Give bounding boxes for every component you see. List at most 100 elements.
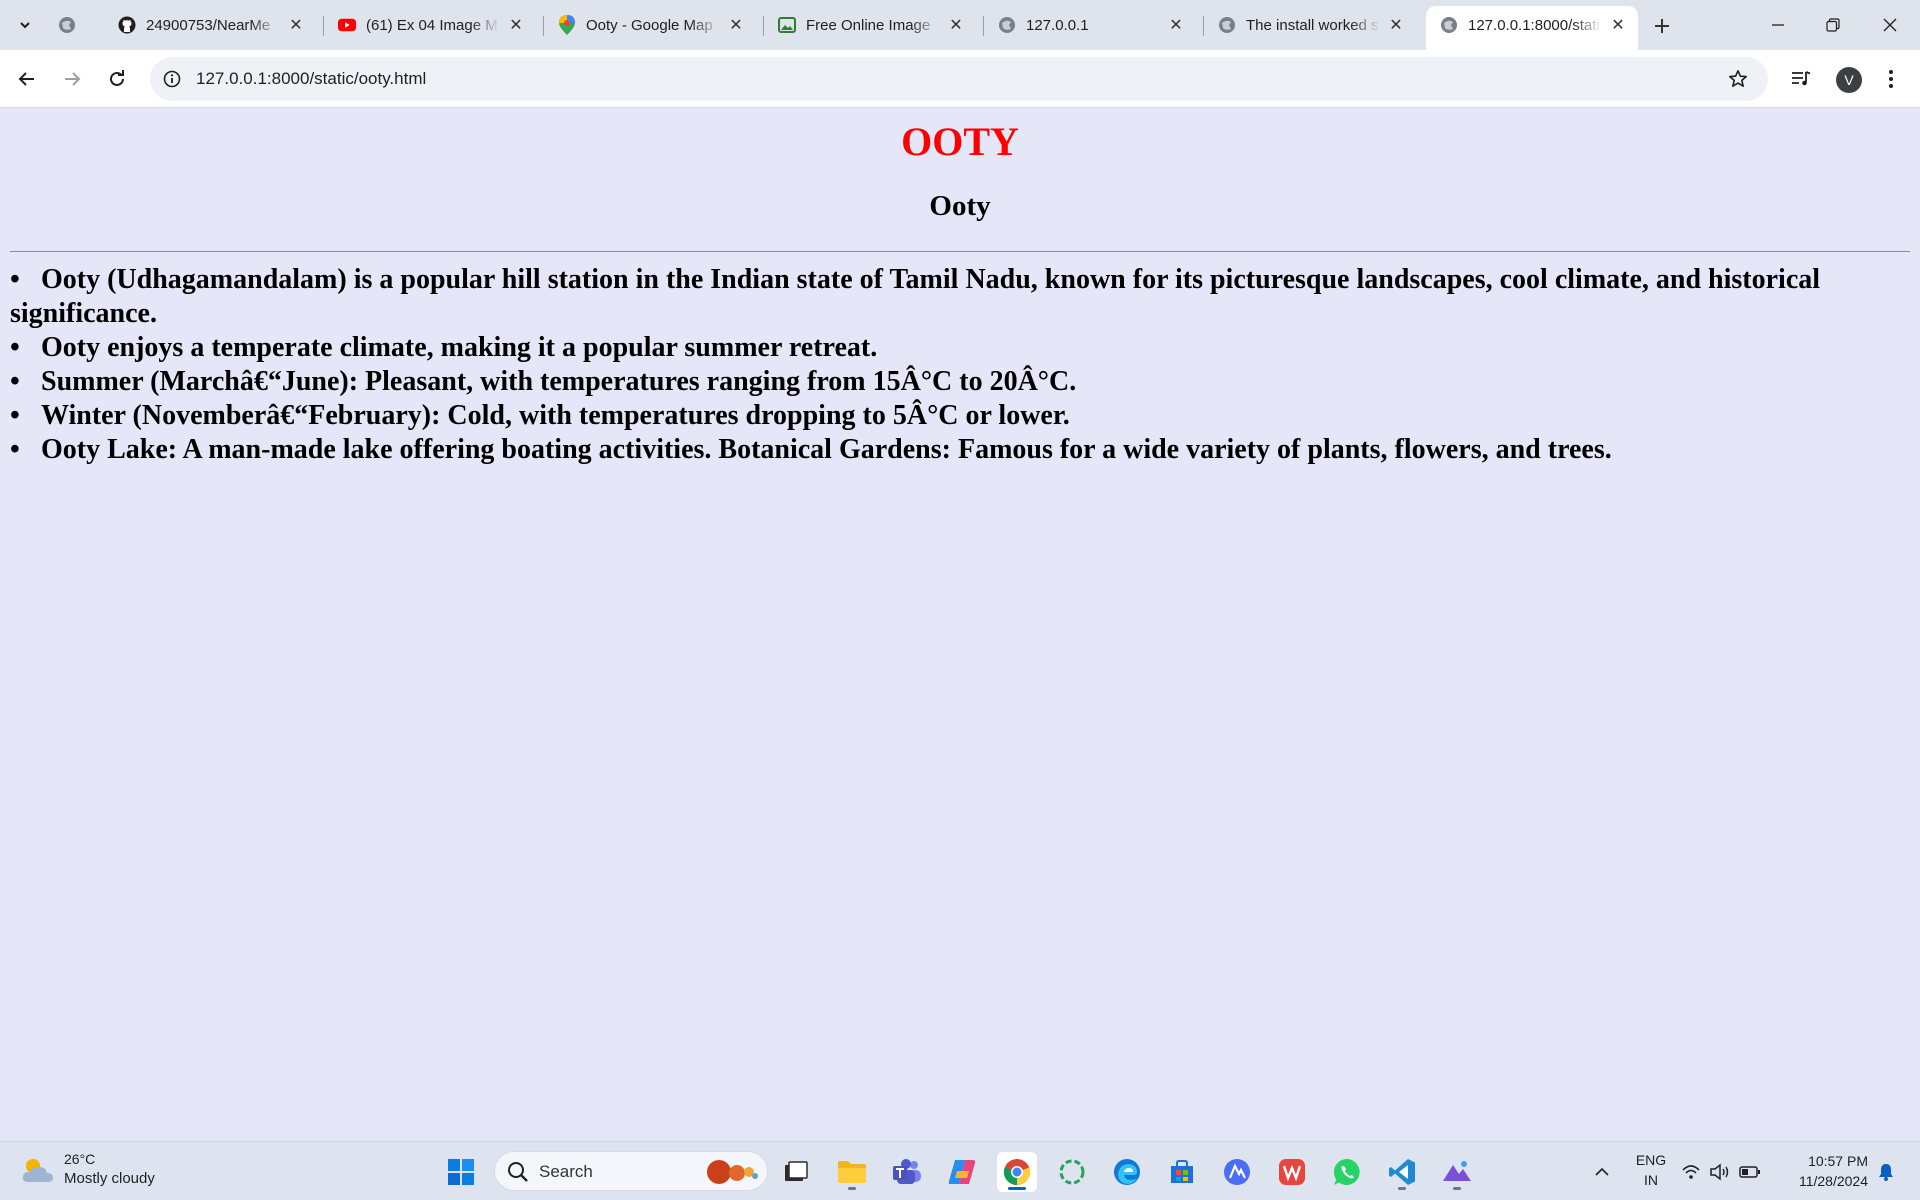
windows-taskbar: 26°C Mostly cloudy Search ENG IN 10:57 P… (0, 1141, 1920, 1200)
site-info-icon[interactable] (160, 67, 184, 91)
folder-icon (838, 1161, 866, 1183)
photos-button[interactable] (1437, 1152, 1477, 1192)
bullet: • (10, 434, 20, 465)
microsoft-store-button[interactable] (1162, 1152, 1202, 1192)
tab-search-button[interactable] (8, 10, 42, 40)
list-item-text: Ooty enjoys a temperate climate, making … (41, 332, 878, 363)
taskbar-search[interactable]: Search (494, 1151, 768, 1191)
language-indicator-top[interactable]: ENG (1628, 1152, 1674, 1168)
reload-button[interactable] (100, 62, 134, 96)
forward-button[interactable] (55, 62, 89, 96)
tab-django-install[interactable]: The install worked s ✕ (1204, 7, 1416, 43)
windows-logo-icon (448, 1159, 474, 1185)
system-clock[interactable]: 10:57 PM 11/28/2024 (1799, 1151, 1868, 1191)
close-tab-icon[interactable]: ✕ (1166, 15, 1186, 35)
file-explorer-button[interactable] (832, 1152, 872, 1192)
minimize-button[interactable] (1760, 10, 1796, 40)
tab-youtube[interactable]: (61) Ex 04 Image M ✕ (324, 7, 536, 43)
close-tab-icon[interactable]: ✕ (1386, 15, 1406, 35)
weather-description[interactable]: Mostly cloudy (64, 1170, 155, 1187)
list-item-text: Winter (Novemberâ€“February): Cold, with… (41, 400, 1070, 431)
close-tab-icon[interactable]: ✕ (726, 15, 746, 35)
media-controls-button[interactable] (1784, 62, 1818, 96)
whatsapp-icon (1333, 1158, 1360, 1185)
close-icon (1883, 18, 1897, 32)
copilot-button[interactable] (942, 1152, 982, 1192)
chrome-button[interactable] (997, 1152, 1037, 1192)
forward-arrow-icon (65, 72, 81, 86)
wps-office-icon (1279, 1159, 1305, 1185)
copilot-icon (948, 1160, 976, 1184)
whatsapp-button[interactable] (1327, 1152, 1367, 1192)
list-item: • Summer (Marchâ€“June): Pleasant, with t… (10, 365, 1890, 399)
edge-button[interactable] (1107, 1152, 1147, 1192)
close-tab-icon[interactable]: ✕ (946, 15, 966, 35)
tab-localhost[interactable]: 127.0.0.1 ✕ (984, 7, 1196, 43)
globe-icon (1440, 16, 1458, 34)
battery-icon (1739, 1166, 1760, 1178)
list-item: • Ooty (Udhagamandalam) is a popular hill… (10, 263, 1890, 331)
close-tab-icon[interactable]: ✕ (286, 15, 306, 35)
list-item: • Ooty enjoys a temperate climate, making… (10, 331, 1890, 365)
more-vertical-icon (1889, 70, 1893, 88)
wps-office-button[interactable] (1272, 1152, 1312, 1192)
address-bar[interactable]: 127.0.0.1:8000/static/ooty.html (150, 57, 1768, 101)
active-indicator (1008, 1187, 1026, 1190)
list-item-text: Ooty Lake: A man-made lake offering boat… (41, 434, 1612, 465)
horizontal-rule (10, 251, 1910, 252)
tab-title: (61) Ex 04 Image M (366, 16, 498, 34)
show-hidden-icons-button[interactable] (1582, 1152, 1622, 1192)
weather-temperature[interactable]: 26°C (64, 1151, 95, 1167)
chevron-down-icon (20, 22, 30, 29)
url-text[interactable]: 127.0.0.1:8000/static/ooty.html (196, 69, 426, 89)
tab-ooty-active[interactable]: 127.0.0.1:8000/stati ✕ (1426, 6, 1638, 50)
teams-icon (893, 1159, 921, 1184)
vscode-icon (1389, 1159, 1415, 1185)
bullet: • (10, 366, 20, 397)
app-triangle-button[interactable] (1217, 1152, 1257, 1192)
bell-icon (1879, 1164, 1893, 1181)
close-tab-icon[interactable]: ✕ (506, 15, 526, 35)
clock-date: 11/28/2024 (1798, 1173, 1868, 1189)
search-highlight-icon (707, 1160, 758, 1184)
back-button[interactable] (10, 62, 44, 96)
profile-avatar[interactable]: V (1836, 67, 1862, 93)
tab-globe[interactable] (58, 7, 92, 43)
loading-circle-icon (1059, 1159, 1085, 1185)
restore-button[interactable] (1815, 10, 1851, 40)
app-circle-button[interactable] (1052, 1152, 1092, 1192)
quick-settings-button[interactable] (1676, 1152, 1766, 1192)
close-tab-icon[interactable]: ✕ (1608, 15, 1628, 35)
info-list: • Ooty (Udhagamandalam) is a popular hill… (10, 263, 1890, 467)
start-button[interactable] (441, 1152, 481, 1192)
search-placeholder: Search (539, 1162, 593, 1181)
notifications-button[interactable] (1870, 1152, 1902, 1192)
weather-cloud-icon[interactable] (20, 1154, 56, 1188)
tab-title: The install worked s (1246, 16, 1379, 34)
tab-strip: 24900753/NearMe ✕ (61) Ex 04 Image M ✕ O… (0, 0, 1920, 50)
browser-menu-button[interactable] (1874, 62, 1908, 96)
running-indicator (848, 1187, 856, 1190)
tab-title: 127.0.0.1 (1026, 16, 1089, 34)
list-item: • Winter (Novemberâ€“February): Cold, wit… (10, 399, 1890, 433)
running-indicator (1398, 1187, 1406, 1190)
tab-google-maps[interactable]: Ooty - Google Map ✕ (544, 7, 756, 43)
volume-icon (1710, 1163, 1729, 1181)
triangle-app-icon (1224, 1159, 1250, 1185)
new-tab-button[interactable] (1648, 12, 1676, 40)
globe-icon (1218, 16, 1236, 34)
github-icon (118, 16, 136, 34)
task-view-button[interactable] (776, 1152, 816, 1192)
teams-button[interactable] (887, 1152, 927, 1192)
tab-image-editor[interactable]: Free Online Image ✕ (764, 7, 976, 43)
restore-icon (1826, 18, 1840, 32)
bookmark-star-icon[interactable] (1726, 67, 1750, 91)
task-view-icon (785, 1161, 808, 1181)
close-window-button[interactable] (1872, 10, 1908, 40)
globe-icon (998, 16, 1016, 34)
language-indicator-bottom[interactable]: IN (1628, 1172, 1674, 1188)
chrome-icon (1003, 1159, 1031, 1186)
tab-github[interactable]: 24900753/NearMe ✕ (104, 7, 316, 43)
tab-title: 24900753/NearMe (146, 16, 271, 34)
vscode-button[interactable] (1382, 1152, 1422, 1192)
